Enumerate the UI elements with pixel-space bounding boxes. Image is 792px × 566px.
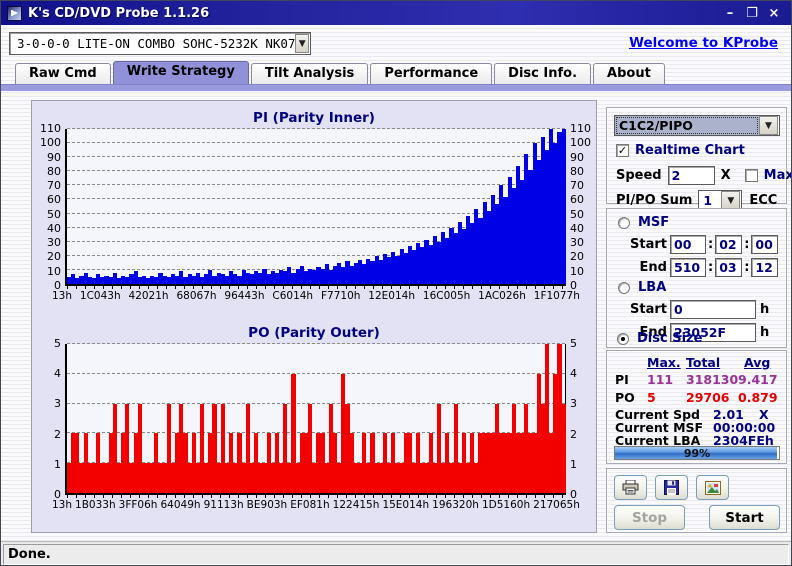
drive-select[interactable]: 3-0-0-0 LITE-ON COMBO SOHC-5232K NK07 ▼	[9, 32, 311, 55]
pi-row-label: PI	[615, 372, 629, 387]
po-chart-title: PO (Parity Outer)	[248, 325, 380, 341]
pi-xaxis-ticks	[67, 286, 566, 289]
charts-panel: PI (Parity Inner) 0 10 20 30 40 50 60 70 80 90 100…	[31, 100, 597, 533]
range-group: MSF Start : : End : : LBA Start h	[606, 208, 787, 348]
chevron-down-icon[interactable]: ▼	[759, 116, 778, 135]
separator: :	[744, 237, 750, 252]
pi-xaxis-labels: 13h 1C043h 42021h 68067h 96443h C6014h F7710h 1…	[52, 290, 580, 302]
separator: :	[708, 237, 714, 252]
tab-performance[interactable]: Performance	[370, 63, 493, 84]
po-avg-value: 0.879	[738, 390, 778, 405]
lba-radio[interactable]	[618, 281, 630, 294]
msf-end-min[interactable]	[670, 258, 706, 277]
lba-unit-label: h	[760, 302, 770, 317]
separator: :	[708, 260, 714, 275]
print-button[interactable]	[614, 475, 647, 500]
pi-chart: PI (Parity Inner) 0 10 20 30 40 50 60 70 80 90 100…	[32, 110, 596, 302]
po-total-value: 29706	[686, 390, 730, 405]
tab-bar: Raw Cmd Write Strategy Tilt Analysis Per…	[15, 61, 667, 84]
disc-size-label: Disc Size	[637, 331, 703, 346]
pi-max-value: 111	[647, 372, 674, 387]
msf-start-min[interactable]	[670, 235, 706, 254]
realtime-chart-checkbox[interactable]: ✓	[616, 144, 629, 157]
pi-yaxis-left: 0 10 20 30 40 50 60 70 80 90 100 110	[40, 122, 61, 292]
speed-unit-label: X	[720, 168, 731, 183]
chevron-down-icon[interactable]: ▼	[295, 34, 309, 53]
actions-group: Stop Start	[606, 468, 787, 533]
max-speed-label: Max	[763, 168, 792, 183]
stats-header-max: Max.	[647, 355, 681, 370]
window-title: K's CD/DVD Probe 1.1.26	[28, 5, 210, 21]
realtime-chart-label: Realtime Chart	[635, 143, 745, 158]
tab-disc-info[interactable]: Disc Info.	[494, 63, 592, 84]
app-window: K's CD/DVD Probe 1.1.26 – ❐ × 3-0-0-0 LI…	[0, 0, 792, 566]
progress-label: 99%	[683, 447, 711, 460]
po-yaxis-right: 012345	[570, 337, 577, 501]
po-xaxis-labels: 13h 1B033h 3FF06h 64049h 91113h BE903h EF081h 1…	[52, 499, 580, 511]
stats-group: Max. Total Avg PI 111 318130 9.417 PO 5 …	[606, 350, 787, 464]
title-bar: K's CD/DVD Probe 1.1.26 – ❐ ×	[1, 1, 791, 25]
pi-chart-title: PI (Parity Inner)	[253, 110, 375, 126]
chart-controls-group: C1C2/PIPO ▼ ✓ Realtime Chart Speed X Max…	[606, 107, 791, 210]
stop-button[interactable]: Stop	[614, 505, 685, 530]
save-icon	[664, 480, 679, 495]
pipo-sum-value: 1	[703, 192, 713, 208]
msf-start-frame[interactable]	[751, 235, 779, 254]
stats-header-avg: Avg	[744, 355, 771, 370]
separator: :	[744, 260, 750, 275]
status-text: Done.	[3, 544, 789, 565]
lba-label: LBA	[638, 280, 667, 295]
tab-tilt-analysis[interactable]: Tilt Analysis	[250, 63, 369, 84]
tab-page-band	[1, 84, 791, 91]
printer-icon	[622, 480, 639, 495]
msf-start-sec[interactable]	[715, 235, 743, 254]
pipo-sum-select[interactable]: 1 ▼	[698, 190, 743, 210]
progress-bar: 99%	[614, 446, 780, 460]
speed-input[interactable]	[667, 166, 715, 185]
msf-label: MSF	[638, 215, 670, 230]
chart-bars	[67, 344, 566, 493]
pi-plot-area	[65, 128, 566, 286]
export-image-icon	[704, 480, 721, 495]
tab-raw-cmd[interactable]: Raw Cmd	[15, 63, 111, 84]
po-row-label: PO	[615, 390, 635, 405]
drive-select-value: 3-0-0-0 LITE-ON COMBO SOHC-5232K NK07	[17, 36, 296, 51]
lba-unit-label: h	[760, 325, 770, 340]
disc-size-radio[interactable]	[617, 332, 629, 345]
welcome-link[interactable]: Welcome to KProbe	[629, 35, 778, 51]
pi-yaxis-right: 0 10 20 30 40 50 60 70 80 90 100 110	[570, 122, 591, 292]
mode-select[interactable]: C1C2/PIPO ▼	[614, 115, 780, 136]
pipo-sum-label: PI/PO Sum	[616, 192, 693, 208]
minimize-icon[interactable]: –	[719, 6, 741, 21]
po-yaxis-left: 012345	[54, 337, 61, 501]
max-speed-checkbox[interactable]	[744, 169, 758, 182]
app-icon	[7, 5, 22, 21]
msf-end-label: End	[639, 260, 667, 275]
status-bar: Done.	[1, 541, 791, 565]
save-button[interactable]	[655, 475, 688, 500]
po-chart: PO (Parity Outer) 012345 012345 13h 1B033…	[32, 325, 596, 511]
po-plot-area	[65, 343, 566, 495]
close-icon[interactable]: ×	[763, 6, 785, 21]
pi-total-value: 318130	[686, 372, 739, 387]
start-button[interactable]: Start	[709, 505, 780, 530]
stats-header-total: Total	[686, 355, 721, 370]
tab-write-strategy[interactable]: Write Strategy	[112, 61, 249, 84]
chart-bars	[67, 129, 566, 284]
msf-start-label: Start	[630, 237, 667, 252]
msf-radio[interactable]	[618, 216, 630, 229]
lba-start-input[interactable]	[670, 300, 756, 319]
tab-about[interactable]: About	[593, 63, 665, 84]
export-image-button[interactable]	[696, 475, 729, 500]
lba-start-label: Start	[630, 302, 667, 317]
msf-end-frame[interactable]	[751, 258, 779, 277]
po-max-value: 5	[647, 390, 656, 405]
po-xaxis-ticks	[67, 495, 566, 498]
mode-select-value: C1C2/PIPO	[615, 116, 759, 135]
msf-end-sec[interactable]	[715, 258, 743, 277]
pi-avg-value: 9.417	[738, 372, 778, 387]
speed-label: Speed	[616, 168, 662, 183]
ecc-label: ECC	[749, 192, 778, 208]
maximize-icon[interactable]: ❐	[741, 6, 763, 21]
